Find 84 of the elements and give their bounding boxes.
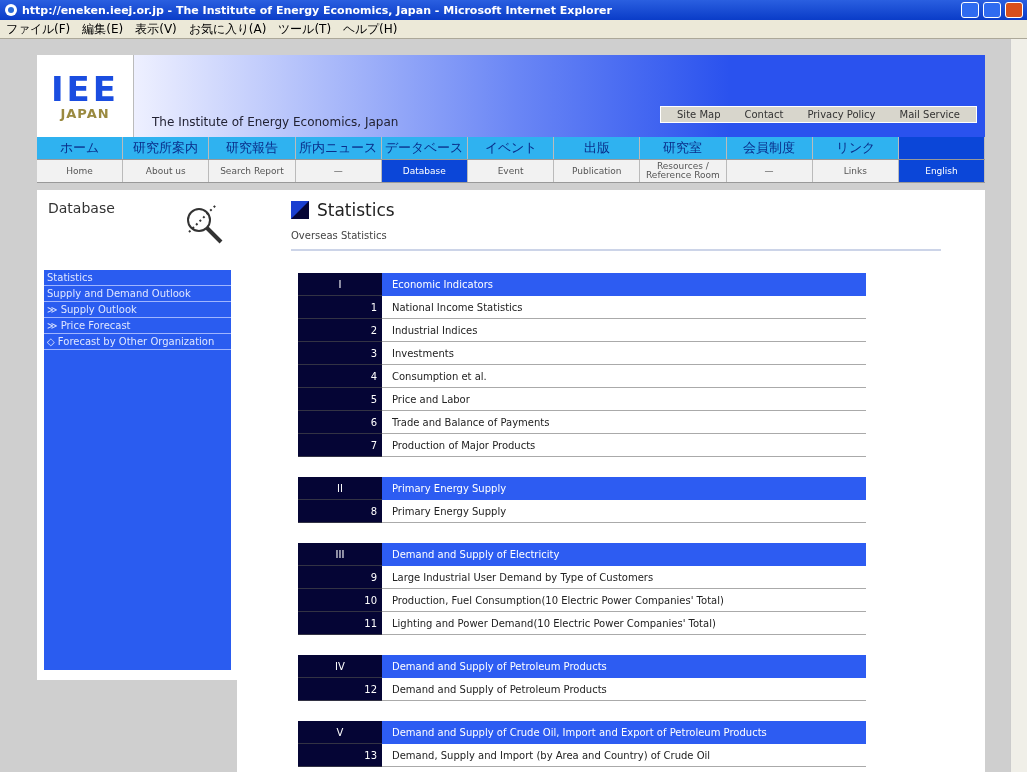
statistics-link[interactable]: Consumption et al. [382,365,866,388]
section-numeral: III [298,543,382,566]
nav-tab[interactable]: Resources / Reference Room [640,160,727,182]
statistics-link[interactable]: Primary Energy Supply [382,500,866,523]
item-number: 11 [298,612,382,635]
nav-tab[interactable]: リンク [812,137,899,159]
menu-item[interactable]: ファイル(F) [6,20,71,38]
statistics-link[interactable]: Production, Fuel Consumption(10 Electric Power Companies' Total) [382,589,866,612]
item-number: 5 [298,388,382,411]
item-number: 1 [298,296,382,319]
close-button[interactable] [1005,2,1023,18]
sidebar-title: Database [48,200,115,218]
statistics-link[interactable]: Investments [382,342,866,365]
item-number: 10 [298,589,382,612]
nav-tab[interactable]: Database [381,160,468,182]
menu-item[interactable]: 編集(E) [82,20,124,38]
statistics-link[interactable]: Large Industrial User Demand by Type of Customers [382,566,866,589]
sidebar-item[interactable]: ◇ Forecast by Other Organization [44,334,231,350]
statistics-link[interactable]: Industrial Indices [382,319,866,342]
nav-tab[interactable]: イベント [467,137,555,159]
item-number: 9 [298,566,382,589]
minimize-button[interactable] [961,2,979,18]
section-heading: Primary Energy Supply [382,477,866,500]
item-number: 8 [298,500,382,523]
menu-item[interactable]: ツール(T) [278,20,332,38]
window-title: http://eneken.ieej.or.jp - The Institute of Energy Economics, Japan - Microsoft Internet Explorer [22,3,613,17]
statistics-link[interactable]: National Income Statistics [382,296,866,319]
title-icon [291,201,309,219]
menu-item[interactable]: 表示(V) [135,20,177,38]
nav-tab[interactable]: Home [37,160,124,182]
section-heading: Demand and Supply of Crude Oil, Import and Export of Petroleum Products [382,721,866,744]
statistics-link[interactable]: Demand and Supply of Petroleum Products [382,678,866,701]
header-link[interactable]: Site Map [667,109,731,120]
statistics-link[interactable]: Trade and Balance of Payments [382,411,866,434]
nav-tab[interactable]: 出版 [554,137,641,159]
maximize-button[interactable] [983,2,1001,18]
section-heading: Demand and Supply of Petroleum Products [382,655,866,678]
item-number: 7 [298,434,382,457]
item-number: 12 [298,678,382,701]
statistics-link[interactable]: Price and Labor [382,388,866,411]
nav-tab[interactable]: 研究所案内 [123,137,210,159]
section-numeral: IV [298,655,382,678]
header-link[interactable]: Privacy Policy [797,109,886,120]
breadcrumb: Overseas Statistics [291,230,388,241]
page-title: Statistics [317,200,395,220]
statistics-link[interactable]: Lighting and Power Demand(10 Electric Power Companies' Total) [382,612,866,635]
item-number: 4 [298,365,382,388]
statistics-link[interactable]: Production of Major Products [382,434,866,457]
nav-tab[interactable]: — [295,160,382,182]
section-numeral: V [298,721,382,744]
section-heading: Economic Indicators [382,273,866,296]
nav-tab[interactable]: About us [123,160,210,182]
nav-tab[interactable] [898,137,986,159]
section-numeral: II [298,477,382,500]
sidebar-item[interactable]: Supply and Demand Outlook [44,286,231,302]
item-number: 13 [298,744,382,767]
section-numeral: I [298,273,382,296]
nav-tab[interactable]: Search Report [209,160,296,182]
scrollbar[interactable] [1010,39,1027,772]
statistics-link[interactable]: Demand, Supply and Import (by Area and Country) of Crude Oil [382,744,866,767]
header-link[interactable]: Contact [734,109,794,120]
nav-tab[interactable]: データベース [381,137,468,159]
section-heading: Demand and Supply of Electricity [382,543,866,566]
sidebar-item[interactable]: ≫ Price Forecast [44,318,231,334]
nav-tab[interactable]: Event [467,160,555,182]
nav-tab[interactable]: 会員制度 [726,137,813,159]
nav-tab[interactable]: 所内ニュース [295,137,382,159]
nav-tab[interactable]: English [898,160,986,182]
menu-item[interactable]: お気に入り(A) [188,20,267,38]
nav-tab[interactable]: 研究報告 [209,137,296,159]
sidebar-item[interactable]: Statistics [44,270,231,286]
sidebar-item[interactable]: ≫ Supply Outlook [44,302,231,318]
organization-name: The Institute of Energy Economics, Japan [152,115,399,129]
nav-tab[interactable]: 研究室 [640,137,727,159]
nav-tab[interactable]: Publication [554,160,641,182]
header-link[interactable]: Mail Service [889,109,970,120]
item-number: 6 [298,411,382,434]
nav-tab[interactable]: Links [812,160,899,182]
nav-tab[interactable]: — [726,160,813,182]
menu-item[interactable]: ヘルプ(H) [343,20,398,38]
item-number: 2 [298,319,382,342]
item-number: 3 [298,342,382,365]
nav-tab[interactable]: ホーム [37,137,124,159]
browser-icon [4,3,18,17]
